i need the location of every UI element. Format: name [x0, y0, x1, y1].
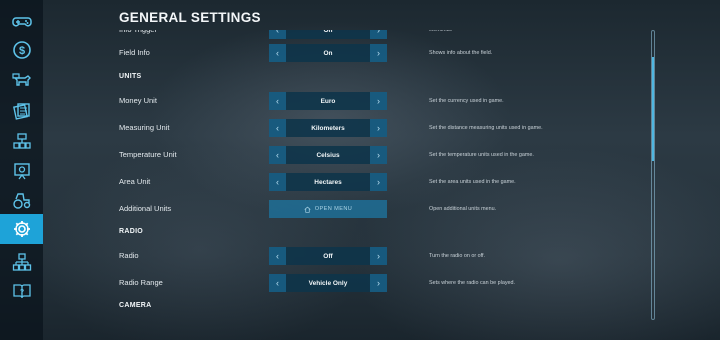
section-header-units: UNITS — [119, 73, 142, 80]
prev-button[interactable]: ‹ — [269, 92, 286, 110]
setting-row-additional-units: Additional Units OPEN MENU Open addition… — [119, 199, 639, 219]
prev-button[interactable]: ‹ — [269, 173, 286, 191]
setting-row-money-unit: Money Unit ‹ Euro › Set the currency use… — [119, 91, 639, 111]
setting-label: Money Unit — [119, 96, 157, 105]
next-button[interactable]: › — [370, 44, 387, 62]
next-button[interactable]: › — [370, 146, 387, 164]
page-title: GENERAL SETTINGS — [119, 10, 261, 25]
setting-label: Additional Units — [119, 204, 172, 213]
settings-gear-icon — [13, 221, 30, 237]
help-book-icon: ? — [12, 283, 31, 298]
production-chains-icon — [12, 132, 31, 149]
setting-description: Open additional units menu. — [429, 206, 497, 212]
prev-button[interactable]: ‹ — [269, 44, 286, 62]
setting-row-temperature-unit: Temperature Unit ‹ Celsius › Set the tem… — [119, 145, 639, 165]
scrollbar-thumb[interactable] — [652, 57, 654, 161]
sidebar-item-animals[interactable] — [0, 66, 43, 93]
section-header-camera: CAMERA — [119, 302, 152, 309]
temperature-unit-stepper[interactable]: ‹ Celsius › — [269, 146, 387, 164]
svg-text:?: ? — [19, 289, 23, 296]
money-unit-stepper[interactable]: ‹ Euro › — [269, 92, 387, 110]
gamepad-icon — [11, 16, 32, 26]
setting-label: Temperature Unit — [119, 150, 177, 159]
section-header-radio: RADIO — [119, 228, 144, 235]
sidebar-item-vehicles[interactable] — [0, 187, 43, 214]
sidebar-item-gamepad[interactable] — [0, 7, 43, 34]
prev-button[interactable]: ‹ — [269, 274, 286, 292]
sidebar-item-production[interactable] — [0, 127, 43, 154]
setting-description: Turn the radio on or off. — [429, 253, 486, 259]
setting-label: Radio Range — [119, 278, 163, 287]
next-button[interactable]: › — [370, 30, 387, 39]
setting-description: Set the area units used in the game. — [429, 179, 516, 185]
animals-icon — [11, 72, 31, 86]
area-unit-stepper[interactable]: ‹ Hectares › — [269, 173, 387, 191]
prev-button[interactable]: ‹ — [269, 30, 286, 39]
setting-label: Measuring Unit — [119, 123, 170, 132]
open-menu-label: OPEN MENU — [314, 206, 353, 212]
sidebar-item-contracts[interactable] — [0, 97, 43, 124]
setting-value: Celsius — [316, 151, 340, 159]
sidebar-item-finances[interactable]: $ — [0, 36, 43, 63]
sidebar-item-settings[interactable] — [0, 214, 43, 244]
prev-button[interactable]: ‹ — [269, 119, 286, 137]
dollar-coin-icon: $ — [12, 40, 31, 59]
radio-stepper[interactable]: ‹ Off › — [269, 247, 387, 265]
next-button[interactable]: › — [370, 173, 387, 191]
next-button[interactable]: › — [370, 247, 387, 265]
setting-value: Hectares — [314, 178, 342, 186]
setting-value: Euro — [320, 97, 336, 105]
open-menu-button[interactable]: OPEN MENU — [269, 200, 387, 218]
setting-description: Set the currency used in game. — [429, 98, 504, 104]
contracts-icon — [12, 102, 30, 120]
setting-row-radio-range: Radio Range ‹ Vehicle Only › Sets where … — [119, 273, 639, 293]
setting-row-area-unit: Area Unit ‹ Hectares › Set the area unit… — [119, 172, 639, 192]
setting-description: Sets where the radio can be played. — [429, 280, 516, 286]
setting-label: Area Unit — [119, 177, 151, 186]
setting-label: Info Trigger — [119, 30, 157, 40]
setting-label: Field Info — [119, 48, 150, 57]
setting-row-radio: Radio ‹ Off › Turn the radio on or off. — [119, 246, 639, 266]
setting-row-info-trigger: Info Trigger ‹ On › elements. — [119, 30, 639, 40]
setting-row-measuring-unit: Measuring Unit ‹ Kilometers › Set the di… — [119, 118, 639, 138]
setting-label: Radio — [119, 251, 139, 260]
svg-text:$: $ — [18, 45, 24, 57]
measuring-unit-stepper[interactable]: ‹ Kilometers › — [269, 119, 387, 137]
sidebar-item-presentation[interactable] — [0, 157, 43, 184]
sidebar-item-hierarchy[interactable] — [0, 248, 43, 275]
prev-button[interactable]: ‹ — [269, 146, 286, 164]
setting-row-field-info: Field Info ‹ On › Shows info about the f… — [119, 43, 639, 63]
sidebar-item-help[interactable]: ? — [0, 277, 43, 304]
sidebar: $ ? — [0, 0, 43, 340]
setting-value: On — [323, 30, 333, 34]
setting-description: Set the distance measuring units used in… — [429, 125, 543, 131]
next-button[interactable]: › — [370, 274, 387, 292]
settings-list: Info Trigger ‹ On › elements. Field Info… — [43, 30, 650, 318]
next-button[interactable]: › — [370, 92, 387, 110]
next-button[interactable]: › — [370, 119, 387, 137]
radio-range-stepper[interactable]: ‹ Vehicle Only › — [269, 274, 387, 292]
setting-value: Off — [323, 252, 333, 260]
field-info-stepper[interactable]: ‹ On › — [269, 44, 387, 62]
vehicles-icon — [12, 192, 30, 209]
setting-description: elements. — [429, 30, 453, 33]
setting-description: Shows info about the field. — [429, 50, 493, 56]
setting-description: Set the temperature units used in the ga… — [429, 152, 534, 158]
scrollbar[interactable] — [651, 30, 655, 320]
prev-button[interactable]: ‹ — [269, 247, 286, 265]
presentation-icon — [13, 162, 30, 179]
setting-value: On — [323, 49, 333, 57]
hierarchy-icon — [12, 252, 31, 271]
house-icon — [304, 206, 311, 213]
setting-stepper[interactable]: ‹ On › — [269, 30, 387, 39]
setting-value: Kilometers — [311, 124, 345, 132]
setting-value: Vehicle Only — [308, 279, 348, 287]
